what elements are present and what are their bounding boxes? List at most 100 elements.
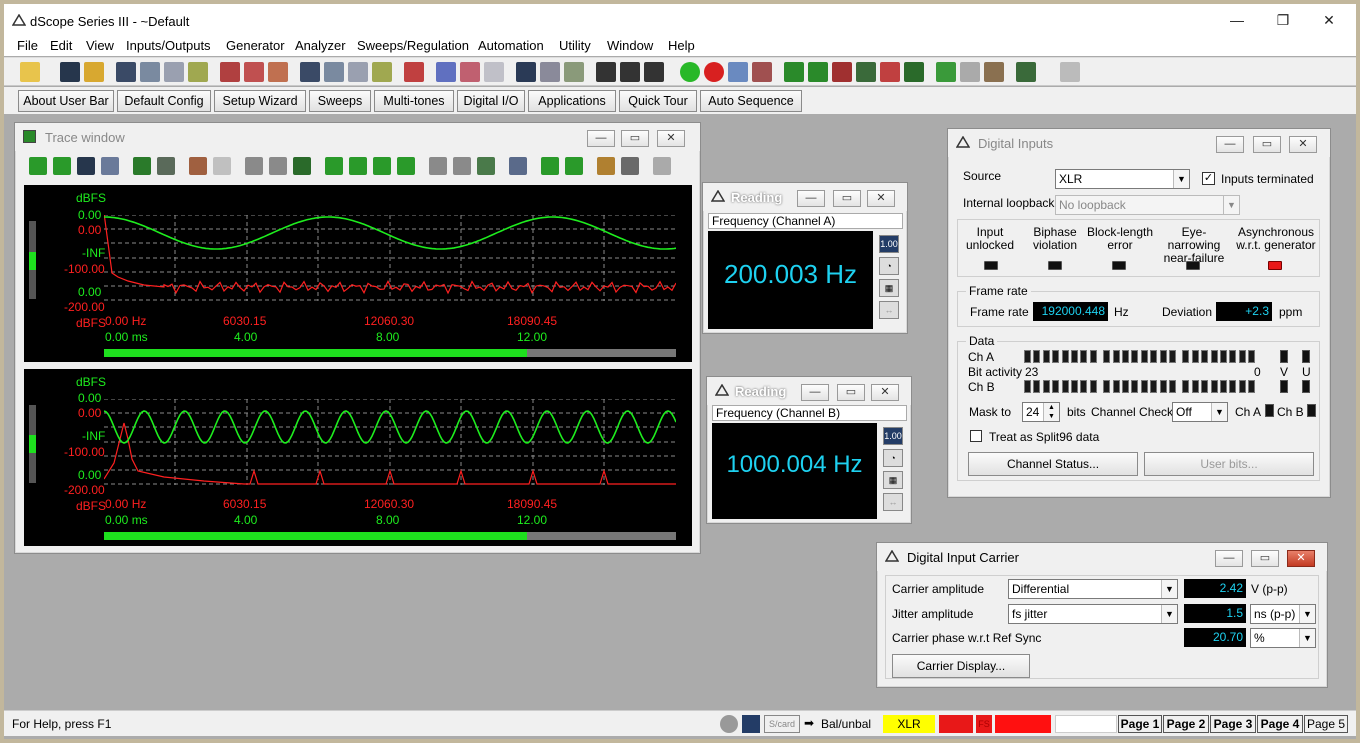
user-bits-button[interactable]: User bits... — [1144, 452, 1314, 476]
trace-minimize-button[interactable]: — — [587, 130, 615, 147]
zoom-fit-icon[interactable] — [293, 157, 311, 175]
channel-b-icon[interactable] — [620, 62, 640, 82]
menu-window[interactable]: Window — [607, 38, 653, 53]
trace-b-icon[interactable] — [808, 62, 828, 82]
default-config-button[interactable]: Default Config — [117, 90, 211, 112]
menu-utility[interactable]: Utility — [559, 38, 591, 53]
menu-file[interactable]: File — [17, 38, 38, 53]
digital-inputs-maximize-button[interactable]: ▭ — [1253, 136, 1281, 153]
setup-wizard-button[interactable]: Setup Wizard — [214, 90, 306, 112]
jitter-amplitude-value[interactable]: 1.5 — [1184, 604, 1246, 623]
report-icon[interactable] — [1016, 62, 1036, 82]
script-a-icon[interactable] — [936, 62, 956, 82]
carrier-phase-value[interactable]: 20.70 — [1184, 628, 1246, 647]
analyzer-c-icon[interactable] — [484, 62, 504, 82]
trace-window-icon[interactable] — [904, 62, 924, 82]
save-as-icon[interactable] — [84, 62, 104, 82]
trace-scale-icon[interactable] — [213, 157, 231, 175]
auto-sequence-button[interactable]: Auto Sequence — [700, 90, 802, 112]
reading-b-titlebar[interactable]: Reading — ▭ ✕ — [707, 377, 911, 405]
cursor-a-icon[interactable] — [325, 157, 343, 175]
reading-icon[interactable] — [516, 62, 536, 82]
about-user-bar-button[interactable]: About User Bar — [18, 90, 114, 112]
applications-button[interactable]: Applications — [528, 90, 616, 112]
mask-bits-spinner[interactable]: 24 ▲ ▼ — [1022, 402, 1060, 422]
trace-d-icon[interactable] — [856, 62, 876, 82]
channel-ab-icon[interactable] — [644, 62, 664, 82]
output-settings-icon[interactable] — [188, 62, 208, 82]
peak-right-icon[interactable] — [453, 157, 471, 175]
cursor-d-icon[interactable] — [397, 157, 415, 175]
digital-inputs-minimize-button[interactable]: — — [1216, 136, 1244, 153]
reading-b-format-icon[interactable]: 1.00 — [883, 427, 903, 445]
trace-panel-channel-a[interactable]: dBFS 0.00 0.00 -INF -100.00 0.00 -200.00… — [24, 185, 692, 362]
carrier-display-button[interactable]: Carrier Display... — [892, 654, 1030, 678]
menu-generator[interactable]: Generator — [226, 38, 285, 53]
stop-icon[interactable] — [704, 62, 724, 82]
trace-edit-icon[interactable] — [189, 157, 207, 175]
jitter-unit-select[interactable]: ns (p-p) ▼ — [1250, 604, 1316, 624]
trace-panel-channel-b[interactable]: dBFS 0.00 0.00 -INF -100.00 0.00 -200.00… — [24, 369, 692, 546]
output-config-icon[interactable] — [140, 62, 160, 82]
channel-a-icon[interactable] — [596, 62, 616, 82]
jitter-mode-select[interactable]: fs jitter ▼ — [1008, 604, 1178, 624]
inputs-terminated-checkbox[interactable]: ✓ — [1202, 172, 1215, 185]
print-icon[interactable] — [1060, 62, 1080, 82]
carrier-amplitude-mode-select[interactable]: Differential ▼ — [1008, 579, 1178, 599]
reading-a-limits-icon[interactable]: ↔ — [879, 301, 899, 319]
cursor-c-icon[interactable] — [373, 157, 391, 175]
output-meter-icon[interactable] — [164, 62, 184, 82]
analog-input-icon[interactable] — [300, 62, 320, 82]
reading-b-close-button[interactable]: ✕ — [871, 384, 899, 401]
reading-b-minimize-button[interactable]: — — [801, 384, 829, 401]
carrier-phase-unit-select[interactable]: % ▼ — [1250, 628, 1316, 648]
fft-icon[interactable] — [564, 62, 584, 82]
average-icon[interactable] — [597, 157, 615, 175]
reading-a-meter-icon[interactable]: ◔ — [879, 257, 899, 275]
minimize-button[interactable]: — — [1214, 4, 1260, 36]
page-4-tab[interactable]: Page 4 — [1257, 715, 1303, 733]
trace-copy-icon[interactable] — [101, 157, 119, 175]
channel-check-select[interactable]: Off ▼ — [1172, 402, 1228, 422]
trace-e-icon[interactable] — [880, 62, 900, 82]
carrier-minimize-button[interactable]: — — [1215, 550, 1243, 567]
page-5-tab[interactable]: Page 5 — [1304, 715, 1348, 733]
sweep-icon[interactable] — [728, 62, 748, 82]
reading-a-log-icon[interactable]: ▦ — [879, 279, 899, 297]
reading-a-titlebar[interactable]: Reading — ▭ ✕ — [703, 183, 907, 211]
reading-a-maximize-button[interactable]: ▭ — [833, 190, 861, 207]
trace-more-icon[interactable] — [653, 157, 671, 175]
trace-close-button[interactable]: ✕ — [657, 130, 685, 147]
digital-inputs-close-button[interactable]: ✕ — [1289, 136, 1317, 153]
menu-analyzer[interactable]: Analyzer — [295, 38, 346, 53]
multi-tones-button[interactable]: Multi-tones — [374, 90, 454, 112]
analyzer-a-icon[interactable] — [436, 62, 456, 82]
trace-settings-icon[interactable] — [157, 157, 175, 175]
digital-meter-icon[interactable] — [244, 62, 264, 82]
digital-inputs-titlebar[interactable]: Digital Inputs — ▭ ✕ — [948, 129, 1330, 157]
digital-output-icon[interactable] — [220, 62, 240, 82]
cursor-b-icon[interactable] — [349, 157, 367, 175]
menu-sweeps-regulation[interactable]: Sweeps/Regulation — [357, 38, 469, 53]
scope-icon[interactable] — [540, 62, 560, 82]
limit-icon[interactable] — [509, 157, 527, 175]
menu-automation[interactable]: Automation — [478, 38, 544, 53]
peak-left-icon[interactable] — [429, 157, 447, 175]
open-folder-icon[interactable] — [20, 62, 40, 82]
reading-b-meter-icon[interactable]: ◔ — [883, 449, 903, 467]
page-2-tab[interactable]: Page 2 — [1163, 715, 1209, 733]
reading-a-minimize-button[interactable]: — — [797, 190, 825, 207]
source-select[interactable]: XLR ▼ — [1055, 169, 1190, 189]
reading-a-format-icon[interactable]: 1.00 — [879, 235, 899, 253]
analyzer-b-icon[interactable] — [460, 62, 480, 82]
input-meter-icon[interactable] — [348, 62, 368, 82]
input-settings-icon[interactable] — [372, 62, 392, 82]
digital-io-button[interactable]: Digital I/O — [457, 90, 525, 112]
zoom-in-icon[interactable] — [245, 157, 263, 175]
close-button[interactable]: ✕ — [1306, 4, 1352, 36]
sweeps-button[interactable]: Sweeps — [309, 90, 371, 112]
marker-icon[interactable] — [477, 157, 495, 175]
trace-graph-icon[interactable] — [133, 157, 151, 175]
input-config-icon[interactable] — [324, 62, 344, 82]
split96-checkbox[interactable] — [970, 430, 982, 442]
